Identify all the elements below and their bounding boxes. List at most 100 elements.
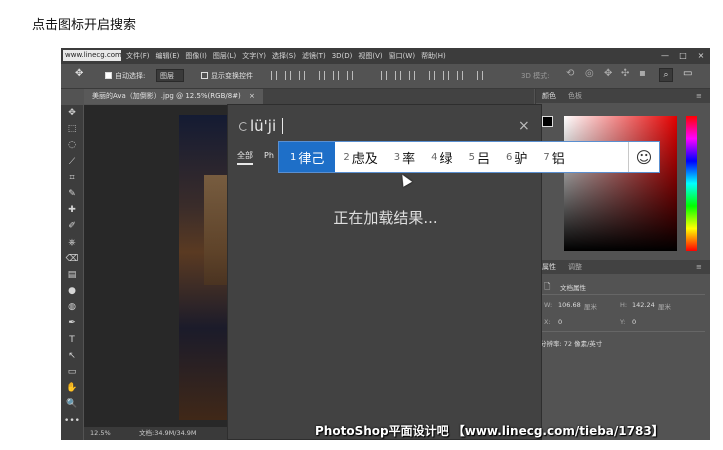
align-left-icon[interactable] — [319, 71, 325, 80]
3d-pan-icon[interactable]: ✥ — [604, 67, 612, 81]
ime-candidate[interactable]: 1 律己 — [279, 142, 336, 172]
more-tools-icon[interactable]: ••• — [61, 413, 83, 429]
quick-select-tool-icon[interactable]: ⟋ — [61, 154, 83, 170]
ime-candidate[interactable]: 2 虑及 — [335, 142, 385, 172]
maximize-button[interactable]: □ — [674, 48, 692, 64]
menu-image[interactable]: 图像(I) — [182, 48, 210, 64]
dodge-tool-icon[interactable]: ◍ — [61, 299, 83, 315]
distribute-right-icon[interactable] — [457, 71, 463, 80]
distribute-bottom-icon[interactable] — [409, 71, 415, 80]
document-tab[interactable]: 美丽的Ava（加倒影）.jpg @ 12.5%(RGB/8#) × — [84, 89, 263, 104]
x-value[interactable]: 0 — [558, 318, 562, 326]
3d-rotate-icon[interactable]: ⟲ — [566, 67, 574, 81]
y-value[interactable]: 0 — [632, 318, 636, 326]
distribute-hcenter-icon[interactable] — [443, 71, 449, 80]
properties-menu-icon[interactable]: ≡ — [696, 260, 702, 274]
tab-color[interactable]: 颜色 — [542, 89, 556, 103]
candidate-text: 驴 — [514, 151, 528, 167]
menu-window[interactable]: 窗口(W) — [386, 48, 418, 64]
hue-slider[interactable] — [686, 116, 697, 251]
menu-help[interactable]: 帮助(H) — [418, 48, 449, 64]
3d-roll-icon[interactable]: ◎ — [585, 67, 594, 81]
ime-candidate[interactable]: 6驴 — [498, 142, 535, 172]
auto-select-dropdown[interactable]: 图层 — [156, 69, 184, 82]
zoom-tool-icon[interactable]: 🔍 — [61, 396, 83, 412]
menu-view[interactable]: 视图(V) — [355, 48, 385, 64]
distribute-vcenter-icon[interactable] — [395, 71, 401, 80]
menu-3d[interactable]: 3D(D) — [329, 48, 356, 64]
menu-filter[interactable]: 滤镜(T) — [299, 48, 329, 64]
foreground-color-swatch[interactable] — [542, 116, 553, 127]
move-tool-icon[interactable]: ✥ — [61, 105, 83, 121]
candidate-text: 铝 — [551, 151, 565, 167]
options-bar: ✥ 自动选择: 图层 显示变换控件 3D 模式: ⟲ ◎ ✥ ✣ ▪ ⌕ ▭ — [61, 64, 710, 89]
tab-swatches[interactable]: 色板 — [568, 89, 582, 103]
align-vcenter-icon[interactable] — [285, 71, 291, 80]
marquee-tool-icon[interactable]: ⬚ — [61, 121, 83, 137]
brush-tool-icon[interactable]: ✐ — [61, 218, 83, 234]
tab-all[interactable]: 全部 — [237, 151, 253, 165]
distribute-top-icon[interactable] — [381, 71, 387, 80]
menu-bar: www.linecg.com.cn 文件(F) 编辑(E) 图像(I) 图层(L… — [61, 48, 710, 64]
healing-brush-tool-icon[interactable]: ✚ — [61, 202, 83, 218]
search-input[interactable]: lü'ji — [250, 117, 276, 135]
show-transform-checkbox[interactable] — [201, 72, 208, 79]
workspace-icon[interactable]: ▭ — [683, 67, 692, 81]
blur-tool-icon[interactable]: ● — [61, 283, 83, 299]
move-tool-icon[interactable]: ✥ — [75, 67, 83, 81]
tab-photoshop[interactable]: Ph — [264, 151, 274, 161]
candidate-number: 5 — [468, 151, 475, 163]
ime-candidate[interactable]: 4绿 — [423, 142, 460, 172]
document-tab-strip: 美丽的Ava（加倒影）.jpg @ 12.5%(RGB/8#) × — [84, 89, 534, 104]
pen-tool-icon[interactable]: ✒ — [61, 315, 83, 331]
clone-stamp-tool-icon[interactable]: ⎈ — [61, 235, 83, 251]
panel-menu-icon[interactable]: ≡ — [696, 89, 702, 103]
close-icon[interactable]: × — [518, 118, 530, 134]
shape-tool-icon[interactable]: ▭ — [61, 364, 83, 380]
auto-select-checkbox[interactable] — [105, 72, 112, 79]
emoji-icon[interactable]: ☺ — [629, 148, 659, 167]
auto-align-icon[interactable] — [477, 71, 483, 80]
3d-slide-icon[interactable]: ✣ — [621, 67, 629, 81]
menu-layer[interactable]: 图层(L) — [210, 48, 239, 64]
align-right-icon[interactable] — [347, 71, 353, 80]
candidate-text: 虑及 — [351, 151, 378, 167]
menu-edit[interactable]: 编辑(E) — [153, 48, 183, 64]
tab-properties[interactable]: 属性 — [542, 260, 556, 274]
doc-props-label: 文档属性 — [560, 284, 586, 292]
gradient-tool-icon[interactable]: ▤ — [61, 267, 83, 283]
tab-adjustments[interactable]: 调整 — [568, 260, 582, 274]
width-label: W: — [544, 301, 553, 309]
eraser-tool-icon[interactable]: ⌫ — [61, 251, 83, 267]
type-tool-icon[interactable]: T — [61, 332, 83, 348]
lasso-tool-icon[interactable]: ◌ — [61, 137, 83, 153]
menu-type[interactable]: 文字(Y) — [239, 48, 269, 64]
search-icon[interactable]: ⌕ — [659, 68, 673, 82]
ime-candidate[interactable]: 7铝 — [535, 142, 572, 172]
menu-file[interactable]: 文件(F) — [123, 48, 153, 64]
eyedropper-tool-icon[interactable]: ✎ — [61, 186, 83, 202]
color-picker-field[interactable] — [564, 116, 677, 251]
document-tab-close-icon[interactable]: × — [249, 92, 255, 100]
height-value[interactable]: 142.24 — [632, 301, 655, 309]
ime-candidate[interactable]: 3率 — [386, 142, 423, 172]
candidate-number: 2 — [343, 151, 350, 163]
3d-scale-icon[interactable]: ▪ — [639, 67, 646, 81]
zoom-level[interactable]: 12.5% — [90, 427, 111, 440]
crop-tool-icon[interactable]: ⌗ — [61, 170, 83, 186]
color-panel-tabs: 颜色 色板 ≡ — [536, 89, 710, 103]
distribute-left-icon[interactable] — [429, 71, 435, 80]
ime-candidate[interactable]: 5吕 — [461, 142, 498, 172]
width-value[interactable]: 106.68 — [558, 301, 581, 309]
photoshop-window: www.linecg.com.cn 文件(F) 编辑(E) 图像(I) 图层(L… — [61, 48, 710, 440]
align-hcenter-icon[interactable] — [333, 71, 339, 80]
align-top-icon[interactable] — [271, 71, 277, 80]
align-bottom-icon[interactable] — [299, 71, 305, 80]
close-window-button[interactable]: × — [692, 48, 710, 64]
hand-tool-icon[interactable]: ✋ — [61, 380, 83, 396]
candidate-number: 4 — [431, 151, 438, 163]
minimize-button[interactable]: — — [656, 48, 674, 64]
show-transform-label: 显示变换控件 — [211, 72, 253, 80]
menu-select[interactable]: 选择(S) — [269, 48, 299, 64]
path-select-tool-icon[interactable]: ↖ — [61, 348, 83, 364]
